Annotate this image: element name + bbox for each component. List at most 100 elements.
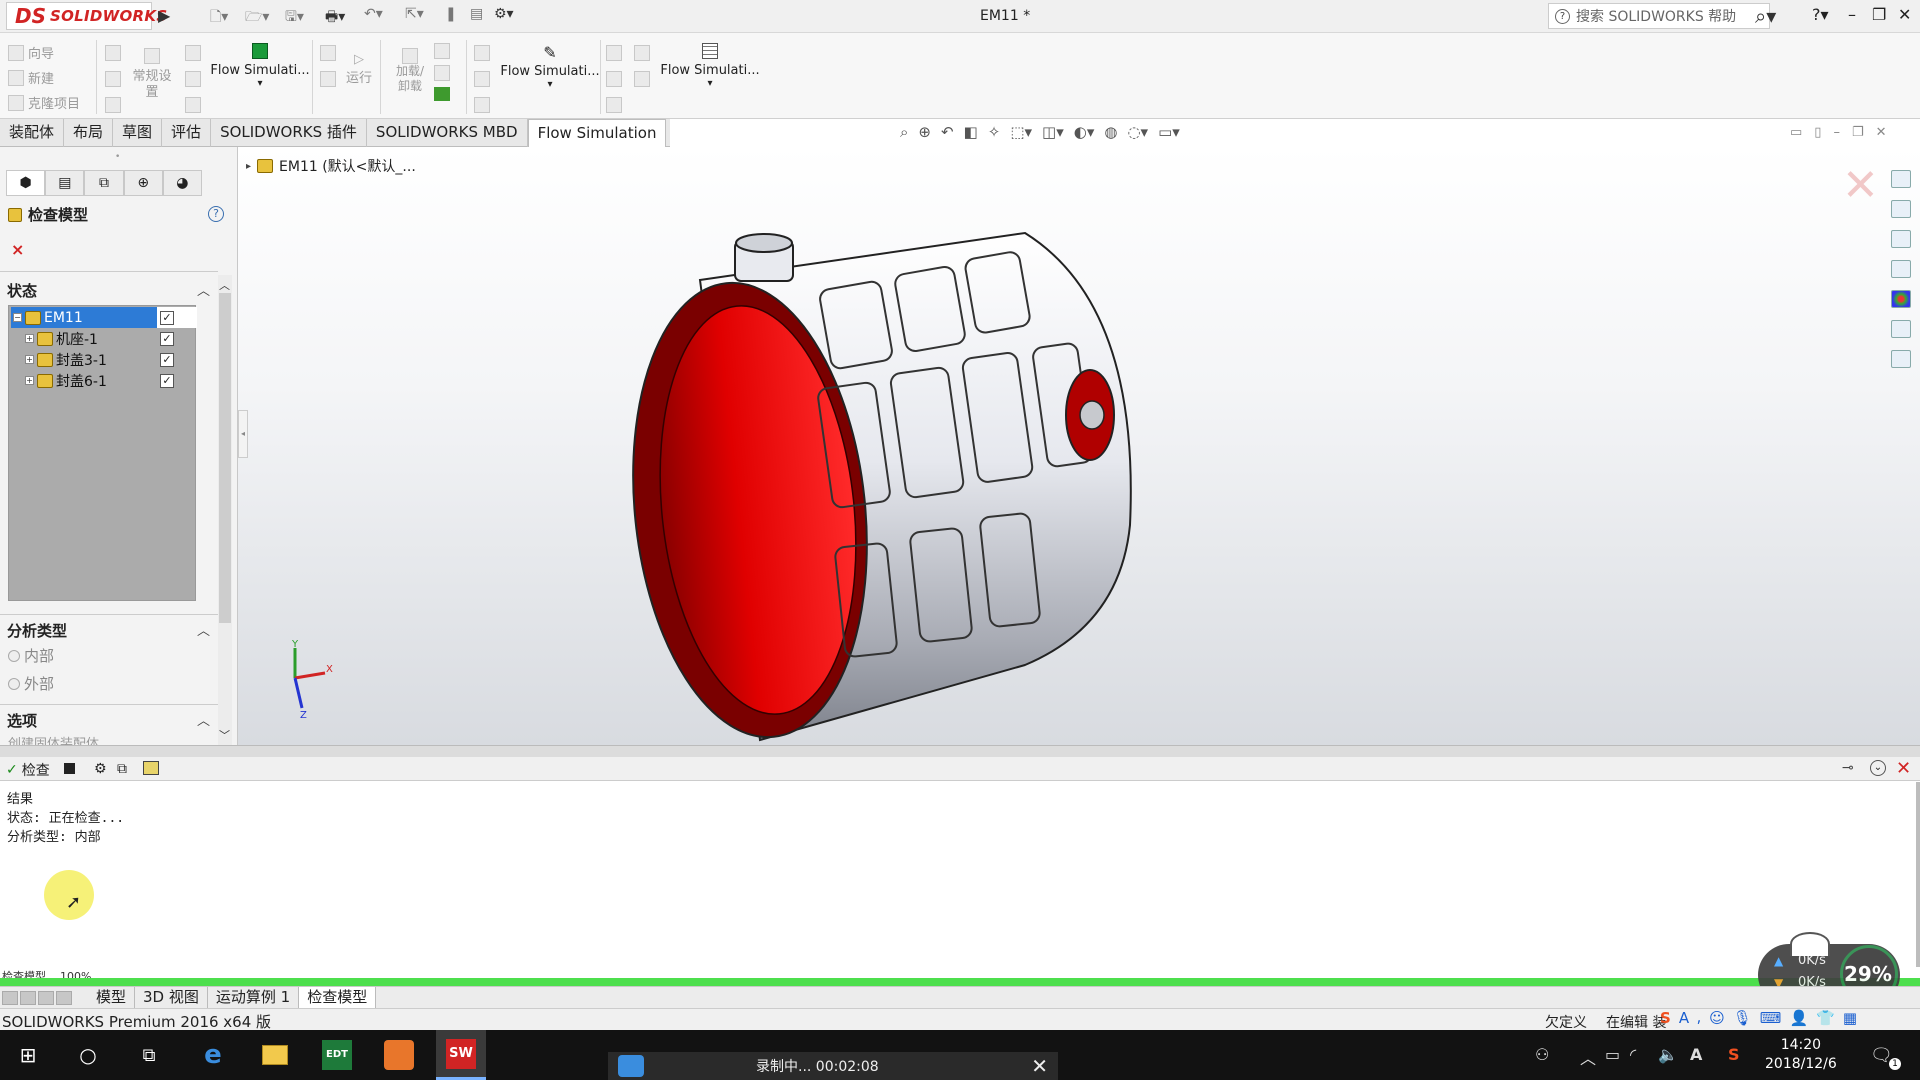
flyout-tree-root[interactable]: EM11 (默认<默认_... [279, 156, 416, 176]
expand-icon[interactable]: + [25, 355, 34, 364]
tool-icon[interactable] [606, 71, 622, 87]
minimize-window-button[interactable]: – [1848, 5, 1856, 24]
apply-scene-icon[interactable]: ◌▾ [1127, 123, 1148, 141]
menu-expand-arrow-icon[interactable]: ▶ [158, 6, 170, 25]
solidworks-logo[interactable]: DS SOLIDWORKS [6, 2, 167, 30]
include-checkbox[interactable]: ✓ [160, 310, 174, 325]
include-checkbox[interactable]: ✓ [160, 373, 174, 388]
viewport-close-icon[interactable]: ✕ [1876, 125, 1887, 140]
tool-icon[interactable] [320, 71, 336, 87]
select-icon[interactable]: ⇱▾ [405, 6, 424, 28]
skin-icon[interactable]: 👕 [1816, 1009, 1835, 1029]
load-unload-button[interactable]: 加载/卸载 [392, 48, 428, 94]
close-window-button[interactable]: ✕ [1898, 5, 1911, 24]
tool-icon[interactable] [105, 97, 121, 113]
help-search-box[interactable]: ? 搜索 SOLIDWORKS 帮助 [1548, 3, 1770, 29]
forum-icon[interactable] [1891, 350, 1911, 368]
pdf-app-icon[interactable] [374, 1030, 424, 1080]
hide-show-items-icon[interactable]: ◐▾ [1074, 123, 1095, 141]
chevron-down-icon[interactable]: ▾ [707, 78, 712, 89]
view-palette-icon[interactable] [1891, 260, 1911, 278]
design-library-icon[interactable] [1891, 200, 1911, 218]
file-explorer-icon[interactable] [250, 1030, 300, 1080]
tool-icon[interactable] [474, 97, 490, 113]
radio-button[interactable] [8, 677, 20, 690]
previous-tab-icon[interactable] [20, 990, 36, 1005]
tool-icon[interactable] [474, 45, 490, 61]
tab-motion-study-1[interactable]: 运动算例 1 [208, 986, 300, 1009]
user-icon[interactable]: 👤 [1789, 1009, 1808, 1029]
edt-app-icon[interactable]: EDT [312, 1030, 362, 1080]
battery-icon[interactable]: ▭ [1605, 1045, 1620, 1064]
radio-internal[interactable]: 内部 [8, 645, 54, 666]
tool-icon[interactable] [474, 71, 490, 87]
tab-evaluate[interactable]: 评估 [162, 119, 212, 147]
emoji-icon[interactable]: ☺ [1709, 1009, 1725, 1029]
wifi-icon[interactable]: ◜ [1630, 1045, 1636, 1064]
panel-splitter[interactable] [0, 745, 1920, 757]
ime-mode-icon[interactable]: A [1679, 1009, 1689, 1029]
restore-window-button[interactable]: ❐ [1872, 5, 1886, 24]
check-options-icon[interactable]: ⚙ [94, 761, 107, 777]
tree-item-component[interactable]: + 封盖3-1 ✓ [11, 349, 197, 370]
expand-icon[interactable]: + [25, 334, 34, 343]
search-icon[interactable]: ⌕▾ [1755, 4, 1776, 28]
viewport-minimize-icon[interactable]: – [1833, 125, 1840, 140]
input-method-indicator[interactable]: A [1690, 1045, 1702, 1064]
home-icon[interactable] [1891, 170, 1911, 188]
dimxpert-tab-icon[interactable]: ⊕ [123, 170, 163, 196]
run-button[interactable]: ▷ 运行 [346, 52, 372, 86]
tool-icon[interactable] [434, 65, 450, 81]
print-icon[interactable]: 🖶▾ [325, 6, 345, 28]
dynamic-annotation-icon[interactable]: ✧ [988, 123, 1001, 141]
tool-icon[interactable] [185, 45, 201, 61]
featuremanager-tab-icon[interactable]: ⬢ [6, 170, 46, 196]
close-icon[interactable]: × [11, 240, 24, 259]
tool-icon[interactable] [105, 71, 121, 87]
viewport-restore-icon[interactable]: ❐ [1852, 125, 1864, 140]
sogou-tray-icon[interactable]: S [1728, 1045, 1740, 1064]
appearances-icon[interactable] [1891, 290, 1911, 308]
system-clock[interactable]: 14:20 2018/12/6 [1765, 1036, 1837, 1074]
save-report-icon[interactable] [143, 761, 159, 775]
collapse-chevron-icon[interactable]: ︿ [197, 620, 210, 639]
new-document-icon[interactable]: 🗋▾ [210, 6, 228, 28]
chevron-down-icon[interactable]: ▾ [547, 79, 552, 90]
panel-splitter-handle[interactable]: • [115, 152, 120, 162]
check-button[interactable]: ✓ 检查 [6, 760, 50, 780]
lightbulb-icon[interactable] [634, 45, 650, 61]
wizard-button[interactable]: 向导 [8, 43, 80, 62]
tab-solidworks-addins[interactable]: SOLIDWORKS 插件 [211, 119, 367, 147]
next-tab-icon[interactable] [38, 990, 54, 1005]
scroll-up-icon[interactable]: ︿ [219, 277, 230, 293]
options-section-header[interactable]: 选项 [7, 710, 37, 731]
tree-item-em11[interactable]: − EM11 ✓ [11, 307, 197, 328]
status-section-header[interactable]: 状态 [7, 280, 37, 301]
microphone-icon[interactable]: 🎙 [1733, 1009, 1752, 1029]
tab-model[interactable]: 模型 [88, 986, 136, 1009]
analysis-type-section-header[interactable]: 分析类型 [7, 620, 67, 641]
volume-icon[interactable]: 🔈 [1658, 1045, 1678, 1064]
edge-browser-icon[interactable]: e [188, 1030, 238, 1080]
tree-item-component[interactable]: + 封盖6-1 ✓ [11, 370, 197, 391]
tool-icon[interactable] [434, 43, 450, 59]
cylinder-housing-model[interactable] [630, 225, 1150, 745]
new-project-button[interactable]: 新建 [8, 68, 80, 87]
tab-layout[interactable]: 布局 [64, 119, 114, 147]
open-document-icon[interactable]: 🗁▾ [245, 6, 269, 28]
save-icon[interactable]: 🖫▾ [285, 6, 304, 28]
exit-property-manager-icon[interactable]: ✕ [1842, 160, 1879, 211]
task-view-icon[interactable]: ⧉ [124, 1030, 174, 1080]
sogou-logo-icon[interactable]: S [1660, 1009, 1671, 1029]
check-results-output[interactable]: 结果 状态: 正在检查... 分析类型: 内部 [0, 782, 1920, 967]
tool-icon[interactable] [185, 97, 201, 113]
tab-3d-view[interactable]: 3D 视图 [135, 986, 208, 1009]
tool-icon[interactable] [606, 45, 622, 61]
file-properties-icon[interactable]: ▤ [470, 6, 483, 28]
tool-icon[interactable] [105, 45, 121, 61]
edit-appearance-icon[interactable]: ◍ [1104, 123, 1117, 141]
display-style-icon[interactable]: ◫▾ [1042, 123, 1064, 141]
tab-flow-simulation[interactable]: Flow Simulation [527, 119, 667, 147]
undo-icon[interactable]: ↶▾ [364, 6, 383, 28]
custom-properties-icon[interactable] [1891, 320, 1911, 338]
